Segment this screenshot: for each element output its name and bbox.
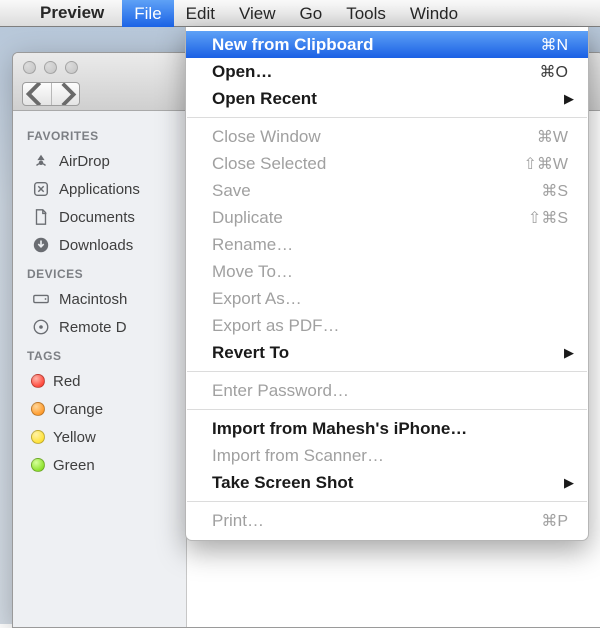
- sidebar-item-label: Remote D: [59, 319, 127, 336]
- menu-view[interactable]: View: [227, 0, 288, 27]
- documents-icon: [31, 207, 51, 227]
- menu-separator: [187, 501, 587, 502]
- sidebar-tag-yellow[interactable]: Yellow: [13, 423, 186, 451]
- menu-edit[interactable]: Edit: [174, 0, 227, 27]
- menubar: Preview File Edit View Go Tools Windo: [0, 0, 600, 27]
- menu-item-shortcut: ⌘P: [541, 511, 568, 531]
- menu-item-open-recent[interactable]: Open Recent▶: [186, 85, 588, 112]
- sidebar-header-devices: DEVICES: [13, 259, 186, 285]
- sidebar-item-label: Documents: [59, 209, 135, 226]
- sidebar-tag-orange[interactable]: Orange: [13, 395, 186, 423]
- close-window-button[interactable]: [23, 61, 36, 74]
- menu-separator: [187, 117, 587, 118]
- sidebar-tag-green[interactable]: Green: [13, 451, 186, 479]
- menu-item-label: Duplicate: [212, 208, 528, 228]
- sidebar: FAVORITES AirDrop Applications: [13, 111, 187, 627]
- sidebar-item-label: AirDrop: [59, 153, 110, 170]
- menu-item-label: Enter Password…: [212, 381, 568, 401]
- sidebar-item-label: Red: [53, 373, 81, 390]
- menu-item-close-selected: Close Selected⇧⌘W: [186, 150, 588, 177]
- nav-buttons: [22, 82, 80, 106]
- menu-item-label: Import from Mahesh's iPhone…: [212, 419, 568, 439]
- tag-dot-red: [31, 374, 45, 388]
- menu-item-import-from-scanner: Import from Scanner…: [186, 442, 588, 469]
- menu-item-label: Export As…: [212, 289, 568, 309]
- menu-item-shortcut: ⌘W: [537, 127, 568, 147]
- forward-button[interactable]: [51, 83, 79, 105]
- sidebar-item-applications[interactable]: Applications: [13, 175, 186, 203]
- menu-item-label: Move To…: [212, 262, 568, 282]
- menu-item-close-window: Close Window⌘W: [186, 123, 588, 150]
- sidebar-item-label: Green: [53, 457, 95, 474]
- sidebar-item-label: Orange: [53, 401, 103, 418]
- menu-separator: [187, 409, 587, 410]
- applications-icon: [31, 179, 51, 199]
- sidebar-item-documents[interactable]: Documents: [13, 203, 186, 231]
- menu-go[interactable]: Go: [288, 0, 335, 27]
- disc-icon: [31, 317, 51, 337]
- menu-item-label: Import from Scanner…: [212, 446, 568, 466]
- menu-item-label: Save: [212, 181, 541, 201]
- menu-item-new-from-clipboard[interactable]: New from Clipboard⌘N: [186, 31, 588, 58]
- sidebar-tag-red[interactable]: Red: [13, 367, 186, 395]
- menu-item-label: Revert To: [212, 343, 568, 363]
- hdd-icon: [31, 289, 51, 309]
- tag-dot-green: [31, 458, 45, 472]
- menu-item-label: Rename…: [212, 235, 568, 255]
- menu-item-revert-to[interactable]: Revert To▶: [186, 339, 588, 366]
- menu-item-shortcut: ⌘N: [540, 35, 568, 55]
- tag-dot-yellow: [31, 430, 45, 444]
- menu-item-label: Take Screen Shot: [212, 473, 568, 493]
- sidebar-item-airdrop[interactable]: AirDrop: [13, 147, 186, 175]
- menu-item-label: Open Recent: [212, 89, 568, 109]
- sidebar-item-label: Yellow: [53, 429, 96, 446]
- menu-item-label: New from Clipboard: [212, 35, 540, 55]
- sidebar-header-favorites: FAVORITES: [13, 121, 186, 147]
- back-button[interactable]: [23, 83, 51, 105]
- menu-item-import-from-mahesh-s-iphone[interactable]: Import from Mahesh's iPhone…: [186, 415, 588, 442]
- menu-item-export-as-pdf: Export as PDF…: [186, 312, 588, 339]
- menu-item-shortcut: ⇧⌘S: [528, 208, 568, 228]
- menu-item-take-screen-shot[interactable]: Take Screen Shot▶: [186, 469, 588, 496]
- menu-file[interactable]: File: [122, 0, 173, 27]
- zoom-window-button[interactable]: [65, 61, 78, 74]
- menu-item-export-as: Export As…: [186, 285, 588, 312]
- menu-item-label: Print…: [212, 511, 541, 531]
- menu-item-duplicate: Duplicate⇧⌘S: [186, 204, 588, 231]
- menu-item-print: Print…⌘P: [186, 507, 588, 534]
- file-menu-dropdown: New from Clipboard⌘NOpen…⌘OOpen Recent▶C…: [185, 27, 589, 541]
- window-controls: [23, 61, 78, 74]
- airdrop-icon: [31, 151, 51, 171]
- sidebar-item-remote-disc[interactable]: Remote D: [13, 313, 186, 341]
- menu-item-shortcut: ⇧⌘W: [523, 154, 568, 174]
- menu-separator: [187, 371, 587, 372]
- sidebar-item-label: Macintosh: [59, 291, 127, 308]
- submenu-arrow-icon: ▶: [564, 475, 574, 491]
- sidebar-header-tags: TAGS: [13, 341, 186, 367]
- sidebar-item-label: Applications: [59, 181, 140, 198]
- menu-item-rename: Rename…: [186, 231, 588, 258]
- menu-item-enter-password: Enter Password…: [186, 377, 588, 404]
- menu-window[interactable]: Windo: [398, 0, 470, 27]
- menu-item-shortcut: ⌘O: [540, 62, 568, 82]
- submenu-arrow-icon: ▶: [564, 345, 574, 361]
- minimize-window-button[interactable]: [44, 61, 57, 74]
- menu-item-move-to: Move To…: [186, 258, 588, 285]
- sidebar-item-downloads[interactable]: Downloads: [13, 231, 186, 259]
- menu-item-label: Open…: [212, 62, 540, 82]
- menu-item-open[interactable]: Open…⌘O: [186, 58, 588, 85]
- menu-item-label: Close Window: [212, 127, 537, 147]
- menu-item-label: Close Selected: [212, 154, 523, 174]
- menu-item-save: Save⌘S: [186, 177, 588, 204]
- downloads-icon: [31, 235, 51, 255]
- submenu-arrow-icon: ▶: [564, 91, 574, 107]
- sidebar-item-label: Downloads: [59, 237, 133, 254]
- app-name[interactable]: Preview: [40, 3, 104, 23]
- tag-dot-orange: [31, 402, 45, 416]
- sidebar-item-macintosh-hd[interactable]: Macintosh: [13, 285, 186, 313]
- menu-item-shortcut: ⌘S: [541, 181, 568, 201]
- menu-item-label: Export as PDF…: [212, 316, 568, 336]
- menu-tools[interactable]: Tools: [334, 0, 398, 27]
